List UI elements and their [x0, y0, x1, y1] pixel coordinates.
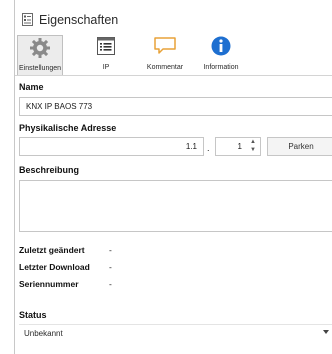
gear-icon: [30, 38, 50, 58]
description-textarea[interactable]: [19, 180, 332, 232]
tab-label: Kommentar: [146, 64, 184, 71]
panel-title: Eigenschaften: [39, 13, 119, 27]
tab-label: Einstellungen: [18, 65, 62, 72]
status-label: Status: [19, 310, 47, 320]
panel-header: Eigenschaften: [15, 10, 332, 30]
comment-icon: [154, 37, 176, 54]
last-download-value: -: [109, 262, 112, 272]
last-modified-label: Zuletzt geändert: [19, 245, 85, 255]
last-modified-value: -: [109, 245, 112, 255]
name-value: KNX IP BAOS 773: [26, 102, 93, 111]
address-area-line-value: 1.1: [185, 142, 197, 151]
address-label: Physikalische Adresse: [19, 123, 117, 133]
info-last-download: Letzter Download -: [19, 262, 112, 272]
address-device-field[interactable]: 1 ▲ ▼: [215, 137, 261, 156]
tab-bar: Einstellungen IP Kommentar Information: [15, 35, 332, 76]
info-serial: Seriennummer -: [19, 279, 112, 289]
tab-label: IP: [102, 64, 110, 71]
tab-label: Information: [203, 64, 239, 71]
info-icon: [211, 36, 231, 56]
properties-panel: Eigenschaften Einstellungen IP Kommentar…: [14, 0, 332, 354]
tab-information[interactable]: Information: [197, 35, 245, 75]
chevron-down-icon: [323, 330, 329, 334]
name-field[interactable]: KNX IP BAOS 773: [19, 97, 332, 116]
ip-list-icon: [97, 37, 115, 55]
status-dropdown[interactable]: Unbekannt: [19, 324, 332, 342]
spinner-down-icon[interactable]: ▼: [250, 147, 256, 154]
tab-einstellungen[interactable]: Einstellungen: [17, 35, 63, 75]
address-area-line-field[interactable]: 1.1: [19, 137, 204, 156]
serial-value: -: [109, 279, 112, 289]
name-label: Name: [19, 82, 44, 92]
serial-label: Seriennummer: [19, 279, 79, 289]
description-label: Beschreibung: [19, 165, 80, 175]
park-button[interactable]: Parken: [267, 137, 332, 156]
spinner-up-icon[interactable]: ▲: [250, 139, 256, 146]
status-value: Unbekannt: [24, 329, 63, 338]
properties-doc-icon: [22, 13, 33, 26]
address-device-value: 1: [237, 142, 242, 151]
last-download-label: Letzter Download: [19, 262, 90, 272]
tab-ip[interactable]: IP: [85, 35, 127, 75]
info-last-modified: Zuletzt geändert -: [19, 245, 112, 255]
address-separator: .: [207, 143, 210, 153]
tab-kommentar[interactable]: Kommentar: [141, 35, 189, 75]
